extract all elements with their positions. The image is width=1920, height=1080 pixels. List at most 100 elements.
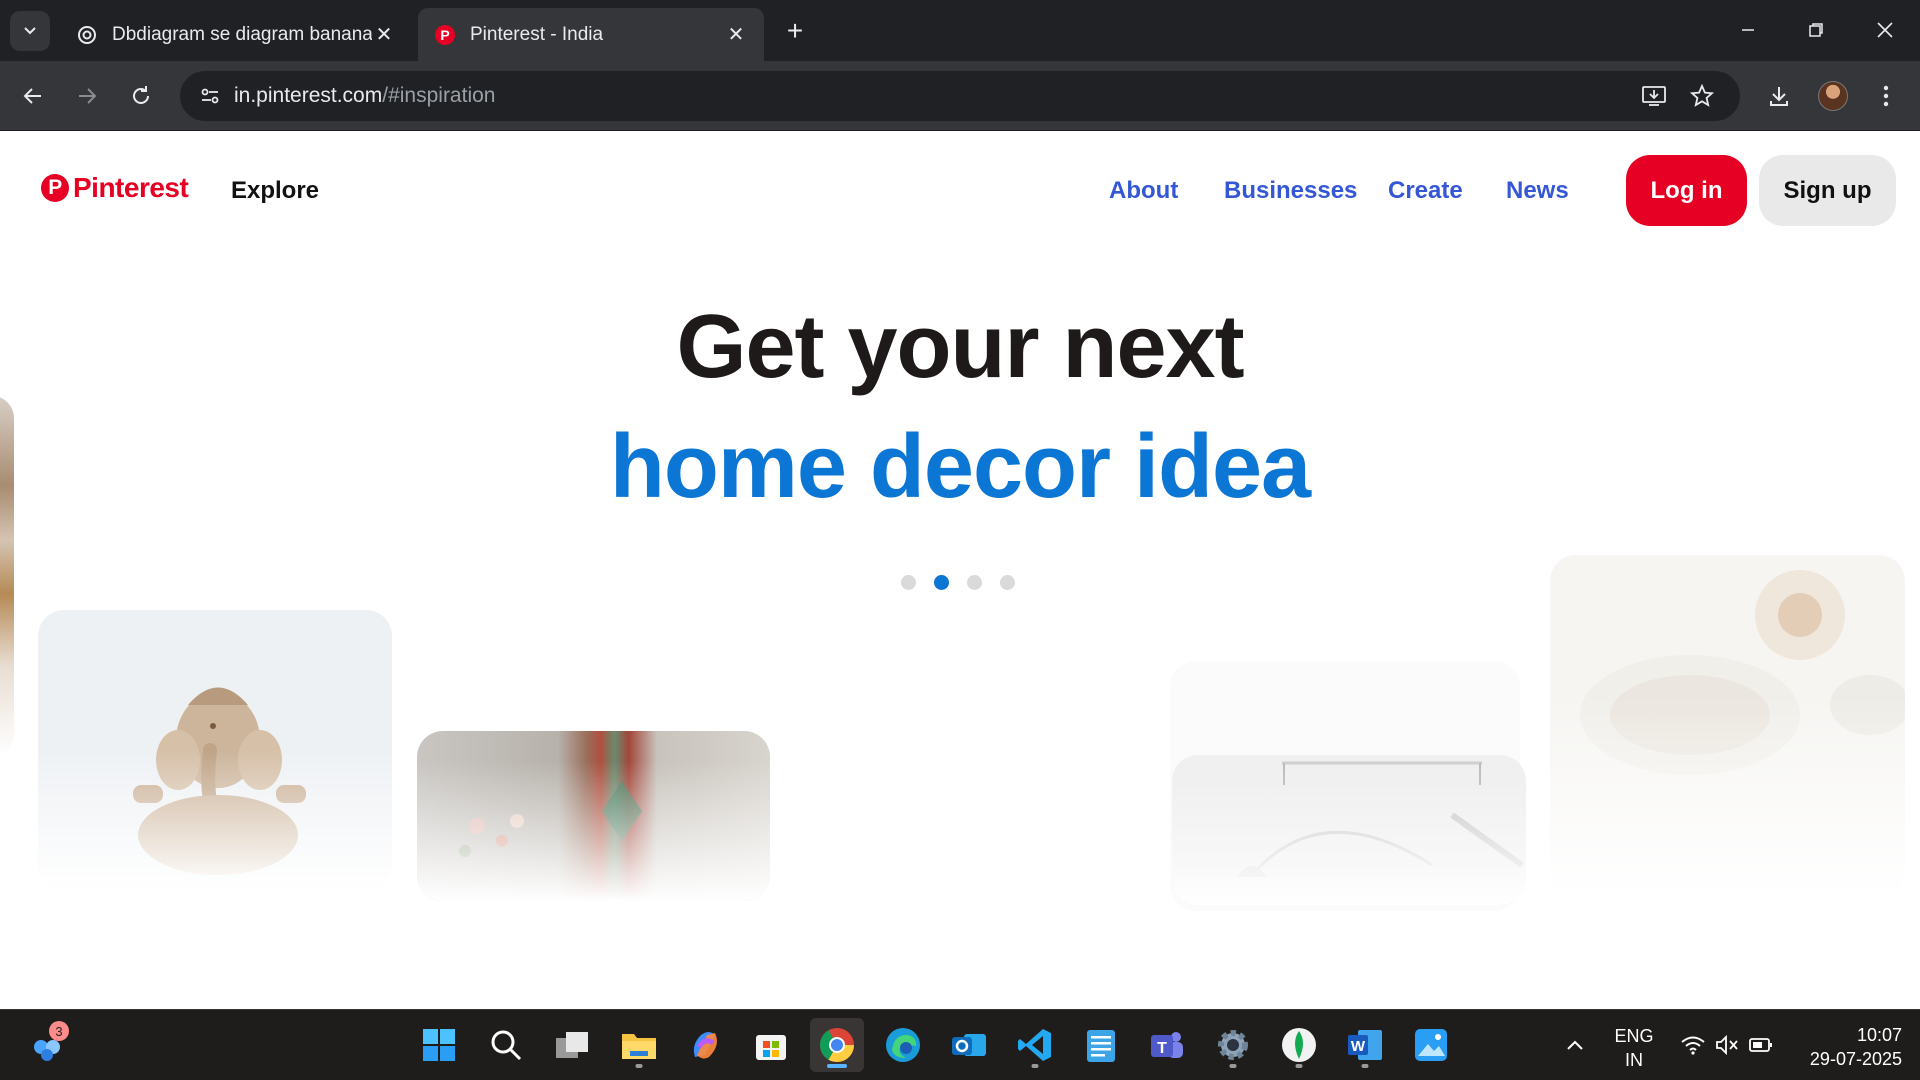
downloads-button[interactable] [1759,76,1799,116]
back-button[interactable] [12,75,54,117]
running-indicator [635,1064,643,1068]
microsoft-store-icon [756,1035,786,1060]
chrome-button[interactable] [810,1018,864,1072]
nav-news[interactable]: News [1506,177,1569,205]
input-language-indicator[interactable]: ENG IN [1604,1024,1664,1072]
microsoft-store-button[interactable] [744,1018,798,1072]
pin-image-ganesha-idol[interactable] [38,610,392,890]
url-host: in.pinterest.com [234,84,383,107]
word-icon: W [1348,1030,1382,1060]
chevron-down-icon [24,27,36,35]
running-indicator [1229,1064,1237,1068]
site-info-icon[interactable] [186,71,234,121]
pin-image-floor-lamp[interactable] [1172,755,1526,905]
mongodb-compass-icon [1282,1028,1316,1062]
tab-title: Pinterest - India [470,23,604,45]
show-hidden-icons-button[interactable] [1548,1018,1602,1072]
clock[interactable]: 10:07 29-07-2025 [1786,1023,1902,1071]
restore-button[interactable] [1791,10,1841,50]
pin-image-window-decor[interactable] [417,731,770,901]
running-indicator-active [827,1064,847,1068]
outlook-button[interactable] [942,1018,996,1072]
notepad-button[interactable] [1074,1018,1128,1072]
copilot-icon [693,1032,717,1059]
file-explorer-button[interactable] [612,1018,666,1072]
quick-settings-button[interactable] [1672,1018,1782,1072]
fade-overlay [417,761,770,901]
close-icon[interactable]: ✕ [724,23,748,47]
region-code: IN [1625,1050,1643,1070]
tab-search-button[interactable] [10,11,50,51]
start-button[interactable] [412,1018,466,1072]
carousel-dot[interactable] [901,575,916,590]
logo-text: Pinterest [73,172,189,203]
word-button[interactable]: W [1338,1018,1392,1072]
tab-pinterest[interactable]: P Pinterest - India ✕ [418,8,764,61]
forward-button[interactable] [66,75,108,117]
clock-time: 10:07 [1856,1025,1902,1045]
copilot-button[interactable] [678,1018,732,1072]
avatar [1818,81,1848,111]
edge-icon [886,1028,920,1062]
url-path: /#inspiration [382,84,496,107]
nav-create[interactable]: Create [1388,177,1463,205]
search-button[interactable] [479,1018,533,1072]
browser-tab-strip: Dbdiagram se diagram banana ✕ P Pinteres… [0,0,1920,61]
new-tab-button[interactable]: + [778,14,812,48]
notification-badge: 3 [49,1021,69,1041]
vscode-button[interactable] [1008,1018,1062,1072]
battery-icon [1749,1038,1772,1052]
language-code: ENG [1614,1026,1654,1046]
photos-button[interactable] [1404,1018,1458,1072]
tab-title: Dbdiagram se diagram banana [112,23,372,45]
pin-image[interactable] [0,396,14,756]
signup-button[interactable]: Sign up [1759,155,1896,226]
tab-dbdiagram[interactable]: Dbdiagram se diagram banana ✕ [60,8,412,61]
pin-image-food-plate[interactable] [1550,555,1905,895]
hero-headline: Get your next [676,297,1244,397]
close-window-button[interactable] [1860,10,1910,50]
windows-start-icon [423,1029,455,1061]
running-indicator [1361,1064,1369,1068]
running-indicator [1031,1064,1039,1068]
edge-button[interactable] [876,1018,930,1072]
browser-menu-button[interactable] [1866,76,1906,116]
svg-text:T: T [1157,1040,1167,1057]
carousel-dot[interactable] [967,575,982,590]
chatgpt-icon [76,24,98,46]
profile-button[interactable] [1813,76,1853,116]
bookmark-button[interactable] [1683,77,1721,115]
minimize-button[interactable] [1723,10,1773,50]
copilot-people-button[interactable]: 3 [20,1018,74,1072]
settings-button[interactable] [1206,1018,1260,1072]
more-vertical-icon [1883,85,1889,107]
nav-about[interactable]: About [1109,177,1178,205]
close-icon[interactable]: ✕ [372,23,396,47]
notepad-icon [1087,1030,1115,1062]
arrow-right-icon [79,88,97,104]
install-icon [1642,86,1666,106]
svg-text:W: W [1351,1038,1366,1055]
explore-link[interactable]: Explore [231,177,319,205]
clock-date: 29-07-2025 [1809,1049,1902,1069]
address-bar[interactable]: in.pinterest.com/#inspiration [180,71,1740,121]
settings-icon [1218,1030,1248,1060]
svg-text:P: P [440,27,449,43]
teams-button[interactable]: T [1140,1018,1194,1072]
task-view-button[interactable] [545,1018,599,1072]
vscode-icon [1018,1029,1051,1061]
reload-button[interactable] [120,75,162,117]
star-icon [1690,84,1714,107]
outlook-icon [952,1034,986,1056]
pinterest-icon: P [434,24,456,46]
chrome-icon [820,1028,854,1062]
carousel-dot-active[interactable] [934,575,949,590]
pinterest-logo[interactable]: P Pinterest [41,172,189,204]
chevron-up-icon [1567,1040,1583,1050]
mongodb-compass-button[interactable] [1272,1018,1326,1072]
nav-businesses[interactable]: Businesses [1224,177,1357,205]
install-app-button[interactable] [1635,77,1673,115]
fade-overlay [38,750,392,890]
login-button[interactable]: Log in [1626,155,1747,226]
carousel-dot[interactable] [1000,575,1015,590]
